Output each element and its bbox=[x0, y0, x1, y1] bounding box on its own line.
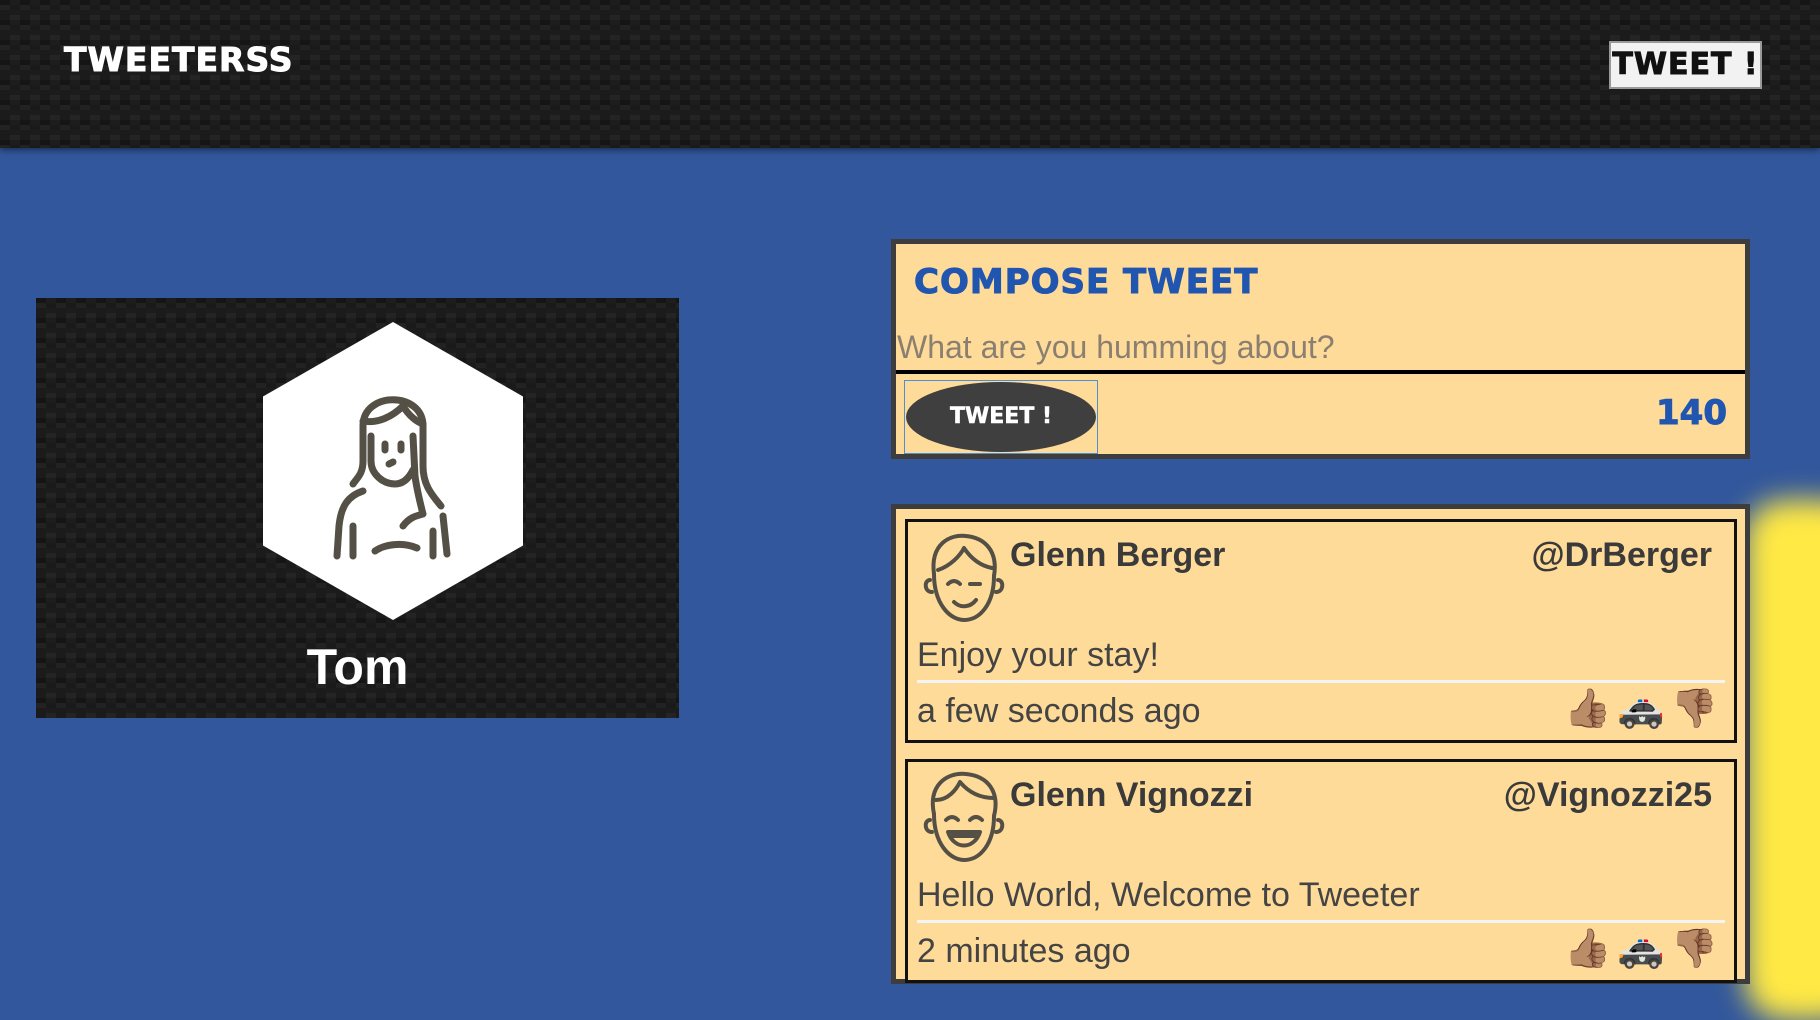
tweet-author-name[interactable]: Glenn Berger bbox=[1010, 536, 1225, 575]
tweet-timestamp: 2 minutes ago bbox=[917, 932, 1131, 970]
profile-name: Tom bbox=[306, 639, 409, 695]
tweet-actions: 👍🏽🚓👎🏽 bbox=[1564, 927, 1724, 971]
thumbs-down-icon[interactable]: 👎🏽 bbox=[1671, 688, 1724, 730]
tweet-actions: 👍🏽🚓👎🏽 bbox=[1564, 687, 1724, 731]
brand-logo[interactable]: TWEETERSS bbox=[64, 40, 294, 80]
tweet-divider bbox=[917, 920, 1725, 923]
tweet-text: Enjoy your stay! bbox=[917, 636, 1159, 674]
tweet-author-name[interactable]: Glenn Vignozzi bbox=[1010, 776, 1253, 815]
compose-submit-button[interactable]: TWEET ! bbox=[906, 382, 1096, 452]
winking-man-avatar-icon bbox=[923, 533, 1005, 622]
police-car-icon[interactable]: 🚓 bbox=[1617, 688, 1670, 730]
woman-avatar-icon bbox=[333, 396, 451, 560]
thumbs-up-icon[interactable]: 👍🏽 bbox=[1564, 928, 1617, 970]
laughing-man-avatar-icon bbox=[923, 771, 1005, 862]
tweet-author-handle[interactable]: @Vignozzi25 bbox=[1504, 776, 1712, 815]
compose-input[interactable] bbox=[896, 324, 1745, 374]
nav-tweet-button[interactable]: TWEET ! bbox=[1609, 41, 1762, 89]
tweet-timestamp: a few seconds ago bbox=[917, 692, 1201, 730]
tweet-divider bbox=[917, 680, 1725, 683]
feed-glow bbox=[1745, 500, 1820, 1020]
thumbs-up-icon[interactable]: 👍🏽 bbox=[1564, 688, 1617, 730]
tweet-card: Glenn Berger @DrBerger Enjoy your stay! … bbox=[905, 519, 1737, 743]
tweet-text: Hello World, Welcome to Tweeter bbox=[917, 876, 1420, 914]
profile-avatar bbox=[263, 322, 523, 620]
compose-tweet-panel: COMPOSE TWEET TWEET ! 140 bbox=[891, 239, 1750, 459]
character-counter: 140 bbox=[1656, 393, 1728, 434]
profile-card: Tom bbox=[36, 298, 679, 718]
compose-submit-focus-ring: TWEET ! bbox=[904, 380, 1098, 454]
tweet-author-handle[interactable]: @DrBerger bbox=[1531, 536, 1712, 575]
tweet-feed: Glenn Berger @DrBerger Enjoy your stay! … bbox=[891, 504, 1750, 984]
thumbs-down-icon[interactable]: 👎🏽 bbox=[1671, 928, 1724, 970]
top-nav-bar: TWEETERSS TWEET ! bbox=[0, 0, 1820, 148]
tweet-card: Glenn Vignozzi @Vignozzi25 Hello World, … bbox=[905, 759, 1737, 983]
police-car-icon[interactable]: 🚓 bbox=[1617, 928, 1670, 970]
compose-title: COMPOSE TWEET bbox=[913, 262, 1259, 303]
